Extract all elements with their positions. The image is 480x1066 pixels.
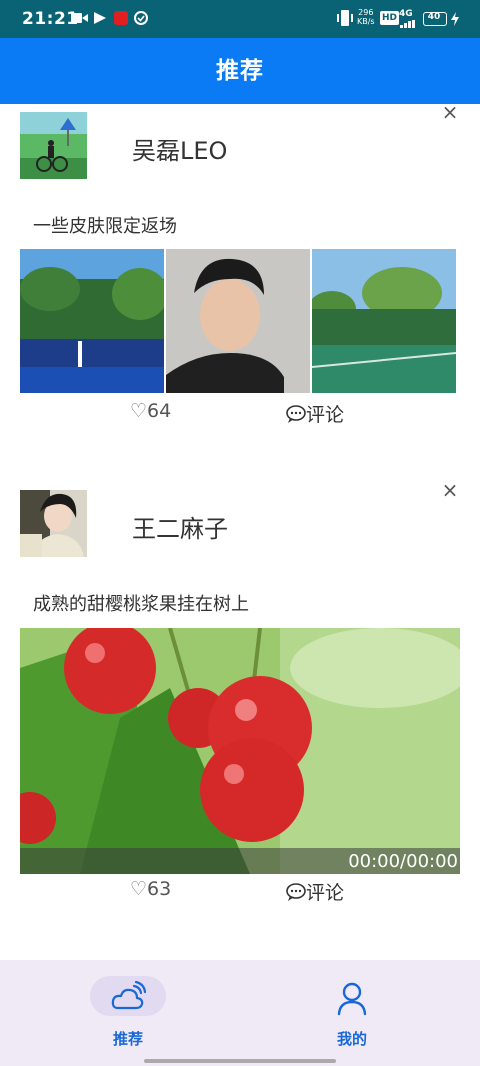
portrait-image: [166, 249, 310, 393]
comment-button[interactable]: 评论: [286, 400, 344, 427]
post-image[interactable]: [166, 249, 310, 393]
speech-bubble-icon: [286, 405, 306, 423]
like-button[interactable]: ♡63: [130, 878, 171, 900]
hd-badge: HD: [380, 11, 400, 25]
video-player[interactable]: 00:00/00:00: [20, 628, 460, 874]
nav-item-recommend[interactable]: 推荐: [68, 976, 188, 1056]
video-time: 00:00/00:00: [348, 851, 458, 872]
like-button[interactable]: ♡64: [130, 400, 171, 422]
tennis-court-image: [20, 249, 164, 393]
app-bar: 推荐: [0, 38, 480, 104]
cherry-video-frame: [20, 628, 460, 874]
net-speed-unit: KB/s: [357, 17, 375, 26]
vibrate-icon: [337, 10, 353, 26]
post-text: 成熟的甜樱桃浆果挂在树上: [33, 594, 249, 615]
post-image[interactable]: [20, 249, 164, 393]
sync-icon: [134, 11, 148, 25]
avatar-image: [20, 112, 87, 179]
play-store-icon: [94, 12, 106, 24]
post-image[interactable]: [312, 249, 456, 393]
post-text: 一些皮肤限定返场: [33, 216, 177, 237]
comment-button[interactable]: 评论: [286, 878, 344, 905]
status-time: 21:21: [22, 9, 79, 29]
heart-outline-icon: ♡: [130, 400, 148, 422]
gesture-handle[interactable]: [144, 1059, 336, 1063]
close-icon[interactable]: ×: [440, 480, 460, 500]
app-notification-icon: [114, 11, 128, 25]
network-type: 4G: [399, 9, 413, 19]
signal-icon: [400, 20, 415, 28]
page-title: 推荐: [216, 58, 264, 84]
like-count: 63: [147, 878, 172, 900]
post-actions: ♡63 评论: [0, 878, 480, 906]
nav-label-recommend: 推荐: [112, 1030, 143, 1048]
avatar[interactable]: [20, 490, 87, 557]
nav-item-mine[interactable]: 我的: [292, 976, 412, 1056]
author-name: 王二麻子: [132, 515, 228, 543]
comment-label: 评论: [306, 882, 345, 904]
nav-label-mine: 我的: [336, 1030, 367, 1048]
net-speed: 296 KB/s: [357, 8, 375, 26]
close-icon[interactable]: ×: [440, 104, 460, 122]
post-actions: ♡64 评论: [0, 400, 480, 428]
weather-cloud-icon: [111, 980, 146, 1010]
avatar[interactable]: [20, 112, 87, 179]
battery-level: 40: [427, 12, 441, 22]
tennis-court-image: [312, 249, 456, 393]
net-speed-value: 296: [358, 8, 374, 17]
speech-bubble-icon: [286, 883, 306, 901]
feed-list[interactable]: × 吴磊LEO 一些皮肤限定返场 ♡64 评论 × 王二麻子 成熟的甜樱桃浆果挂…: [0, 104, 480, 960]
like-count: 64: [147, 400, 172, 422]
heart-outline-icon: ♡: [130, 878, 148, 900]
status-bar: 21:21 296 KB/s HD 4G 40: [0, 0, 480, 38]
bottom-navigation: 推荐 我的: [0, 960, 480, 1066]
battery-icon: 40: [423, 12, 447, 26]
avatar-image: [20, 490, 87, 557]
author-name: 吴磊LEO: [132, 137, 228, 165]
camera-icon: [72, 13, 88, 23]
person-icon: [337, 982, 367, 1016]
comment-label: 评论: [306, 404, 345, 426]
image-grid: [20, 249, 456, 393]
charging-icon: [451, 12, 459, 26]
